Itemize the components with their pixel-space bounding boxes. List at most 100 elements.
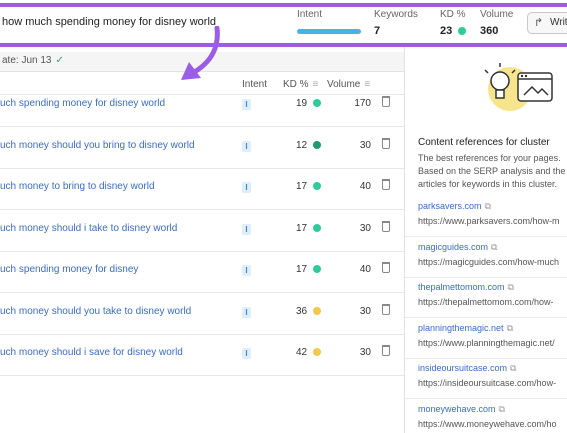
table-row[interactable]: uch money to bring to disney world I 17 40 (0, 169, 404, 210)
panel-description: The best references for your pages. Base… (418, 152, 565, 191)
external-link-icon[interactable]: ⧉ (507, 323, 513, 333)
reference-domain: parksavers.com (418, 201, 482, 211)
trash-icon[interactable] (382, 220, 390, 232)
intent-badge: I (242, 223, 251, 235)
reference-url[interactable]: https://magicguides.com/how-much (418, 257, 559, 267)
reference-domain-link[interactable]: parksavers.com ⧉ (418, 201, 491, 212)
reference-domain: insideoursuitcase.com (418, 363, 508, 373)
intent-badge: I (242, 306, 251, 318)
table-row[interactable]: uch money should you take to disney worl… (0, 294, 404, 335)
volume-cell: 30 (359, 305, 371, 317)
keyword-link[interactable]: uch spending money for disney (0, 264, 138, 275)
kd-value: 17 (296, 264, 308, 275)
intent-bar (297, 29, 361, 34)
content-references-panel: Content references for cluster The best … (404, 47, 567, 433)
panel-desc-line: The best references for your pages. (418, 153, 561, 163)
kd-difficulty-dot (312, 348, 321, 357)
trash-icon[interactable] (382, 345, 390, 356)
lightbulb-idea-icon (484, 63, 553, 111)
kd-value: 23 (440, 25, 453, 37)
trash-icon[interactable] (382, 303, 390, 315)
keyword-link[interactable]: uch money to bring to disney world (0, 181, 155, 192)
write-button-label: Write (550, 17, 567, 28)
write-button[interactable]: ↱ Write (527, 12, 567, 34)
share-arrow-icon: ↱ (534, 17, 544, 29)
kd-cell: 42 (296, 347, 321, 358)
reference-url[interactable]: https://www.planningthemagic.net/ (418, 338, 555, 348)
kd-difficulty-dot (312, 99, 321, 108)
table-row[interactable]: uch spending money for disney world I 19 1… (0, 86, 404, 127)
kd-label: KD % (440, 9, 466, 20)
pointer-arrow-icon (181, 26, 220, 80)
volume-cell: 30 (359, 222, 371, 234)
kd-value: 17 (296, 222, 308, 234)
intent-badge: I (242, 140, 251, 152)
trash-icon[interactable] (382, 179, 390, 190)
reference-domain-link[interactable]: moneywehave.com ⧉ (418, 404, 505, 415)
kd-difficulty-dot (312, 265, 321, 274)
kd-value: 19 (296, 98, 308, 109)
kd-summary: 23 (440, 25, 467, 37)
keywords-label: Keywords (374, 9, 418, 20)
intent-label: Intent (297, 9, 323, 20)
reference-domain-link[interactable]: magicguides.com ⧉ (418, 242, 497, 253)
kd-cell: 17 (296, 223, 321, 234)
keyword-link[interactable]: uch money should i save for disney world (0, 347, 183, 358)
kd-value: 12 (296, 139, 308, 151)
trash-icon[interactable] (382, 137, 390, 149)
reference-item: insideoursuitcase.com ⧉ https://insideours… (405, 359, 567, 399)
external-link-icon[interactable]: ⧉ (508, 282, 514, 292)
table-row[interactable]: uch money should i take to disney world I… (0, 211, 404, 252)
reference-domain-link[interactable]: insideoursuitcase.com ⧉ (418, 363, 516, 374)
kd-difficulty-dot (312, 140, 321, 149)
keyword-link[interactable]: uch spending money for disney world (0, 98, 165, 109)
reference-url[interactable]: https://insideoursuitcase.com/how- (418, 378, 556, 388)
kd-difficulty-dot (312, 306, 321, 315)
reference-domain: thepalmettomom.com (418, 282, 505, 292)
table-row[interactable]: uch spending money for disney I 17 40 (0, 252, 404, 293)
kd-cell: 17 (296, 264, 321, 275)
kd-difficulty-dot (312, 223, 321, 232)
keyword-link[interactable]: uch money should you take to disney worl… (0, 306, 191, 317)
intent-badge: I (242, 99, 251, 110)
external-link-icon[interactable]: ⧉ (499, 404, 505, 414)
panel-title: Content references for cluster (418, 137, 550, 148)
update-date: ate: Jun 13 (2, 55, 52, 66)
kd-value: 36 (296, 305, 308, 317)
reference-item: thepalmettomom.com ⧉ https://thepalmettomo… (405, 278, 567, 318)
table-row[interactable]: uch money should i save for disney world… (0, 335, 404, 376)
kd-difficulty-dot (458, 27, 467, 36)
volume-label: Volume (480, 9, 514, 20)
reference-item: moneywehave.com ⧉ https://www.moneywehave.… (405, 400, 567, 433)
intent-badge: I (242, 182, 251, 193)
panel-desc-line: Based on the SERP analysis and the (418, 166, 566, 176)
intent-badge: I (242, 265, 251, 276)
kd-cell: 17 (296, 181, 321, 192)
keyword-link[interactable]: uch money should i take to disney world (0, 223, 177, 234)
external-link-icon[interactable]: ⧉ (491, 242, 497, 252)
reference-domain: planningthemagic.net (418, 322, 504, 333)
reference-url[interactable]: https://www.moneywehave.com/ho (418, 419, 557, 429)
keywords-value: 7 (374, 25, 381, 37)
reference-url[interactable]: https://www.parksavers.com/how-m (418, 216, 560, 226)
reference-item: magicguides.com ⧉ https://magicguides.com/… (405, 238, 567, 278)
kd-difficulty-dot (312, 182, 321, 191)
reference-url[interactable]: https://thepalmettomom.com/how- (418, 297, 554, 307)
trash-icon[interactable] (382, 262, 390, 273)
volume-value: 360 (480, 25, 499, 37)
reference-domain-link[interactable]: thepalmettomom.com ⧉ (418, 282, 514, 293)
external-link-icon[interactable]: ⧉ (485, 201, 491, 211)
reference-domain: magicguides.com (418, 241, 489, 252)
kd-cell: 36 (296, 306, 321, 317)
keyword-link[interactable]: uch money should you bring to disney wor… (0, 140, 195, 151)
volume-cell: 40 (359, 181, 371, 192)
reference-domain-link[interactable]: planningthemagic.net ⧉ (418, 323, 513, 334)
kd-cell: 12 (296, 140, 321, 151)
volume-cell: 30 (359, 347, 371, 358)
kd-value: 17 (296, 181, 308, 192)
reference-item: planningthemagic.net ⧉ https://www.plannin… (405, 319, 567, 359)
kd-value: 42 (296, 347, 308, 358)
trash-icon[interactable] (382, 96, 390, 107)
external-link-icon[interactable]: ⧉ (510, 363, 516, 373)
table-row[interactable]: uch money should you bring to disney wor… (0, 128, 404, 169)
